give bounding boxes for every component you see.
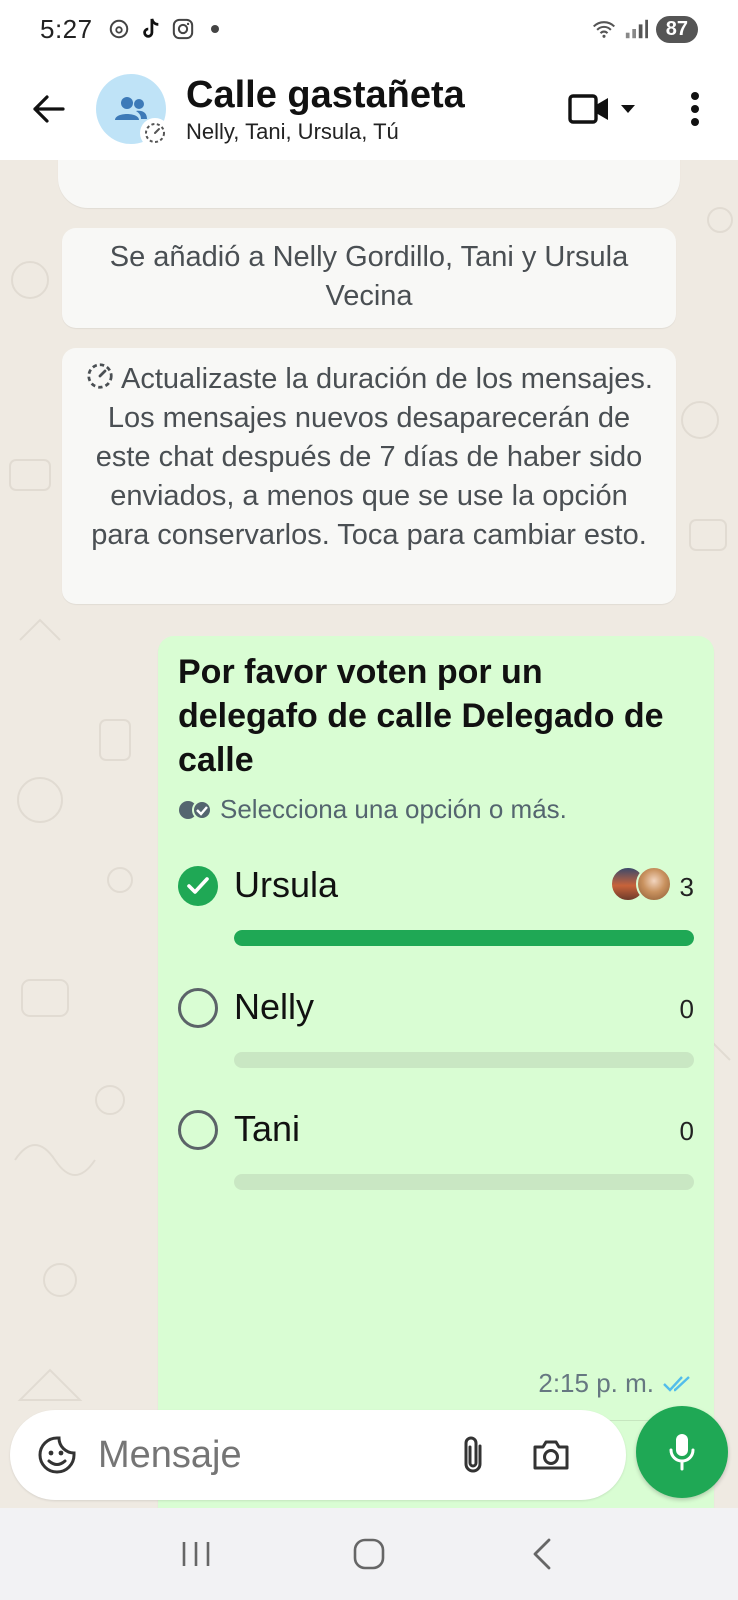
checkmark-circle-icon[interactable] <box>178 866 218 906</box>
chat-info[interactable]: Calle gastañeta Nelly, Tani, Ursula, Tú <box>186 73 465 145</box>
caret-down-icon <box>621 105 635 113</box>
back-button[interactable] <box>18 79 78 139</box>
tiktok-icon <box>139 17 163 41</box>
disappearing-timer-icon <box>140 118 170 148</box>
previous-system-message <box>58 160 680 208</box>
poll-option[interactable]: Ursula 3 <box>178 860 694 970</box>
camera-icon <box>533 1440 569 1470</box>
chevron-left-icon <box>533 1538 551 1570</box>
system-message-added: Se añadió a Nelly Gordillo, Tani y Ursul… <box>62 228 676 328</box>
poll-question: Por favor voten por un delegafo de calle… <box>178 653 664 779</box>
poll-option-label: Tani <box>234 1108 301 1149</box>
recents-icon <box>183 1542 210 1566</box>
poll-option[interactable]: Nelly 0 <box>178 982 694 1092</box>
chat-messages[interactable]: Se añadió a Nelly Gordillo, Tani y Ursul… <box>0 160 738 1508</box>
microphone-icon <box>669 1434 695 1471</box>
arrow-left-icon <box>33 95 65 123</box>
poll-message: Por favor voten por un delegafo de calle… <box>158 636 714 1508</box>
poll-hint: Selecciona una opción o más. <box>178 794 567 825</box>
status-system-icons: 87 <box>592 15 698 43</box>
more-options-button[interactable] <box>680 84 710 134</box>
message-timestamp: 2:15 p. m. <box>538 1368 694 1399</box>
status-bar: 5:27 87 <box>0 0 738 58</box>
voter-avatars <box>610 866 672 902</box>
poll-option-progress-fill <box>234 930 694 946</box>
recent-apps-button[interactable] <box>166 1524 226 1584</box>
camera-button[interactable] <box>526 1430 576 1480</box>
more-vert-icon <box>691 92 699 126</box>
message-time: 2:15 p. m. <box>538 1368 654 1398</box>
status-notification-icons <box>107 17 227 41</box>
system-message-timer[interactable]: Actualizaste la duración de los mensajes… <box>62 348 676 604</box>
dot-icon <box>203 17 227 41</box>
attach-button[interactable] <box>448 1430 498 1480</box>
radio-circle-icon[interactable] <box>178 1110 218 1150</box>
system-navigation-bar <box>0 1508 738 1600</box>
chat-participants: Nelly, Tani, Ursula, Tú <box>186 119 399 144</box>
chat-header: Calle gastañeta Nelly, Tani, Ursula, Tú <box>0 58 738 160</box>
voice-message-button[interactable] <box>636 1406 728 1498</box>
poll-option-count: 3 <box>679 872 694 902</box>
group-avatar[interactable] <box>96 74 170 148</box>
poll-option-progress <box>234 930 694 946</box>
system-message-timer-text: Actualizaste la duración de los mensajes… <box>91 363 653 551</box>
poll-option-label: Nelly <box>234 986 315 1027</box>
paperclip-icon <box>464 1436 482 1473</box>
multi-check-icon <box>179 799 212 820</box>
video-camera-icon <box>568 94 608 124</box>
group-icon <box>115 97 147 120</box>
back-nav-button[interactable] <box>512 1524 572 1584</box>
sticker-icon <box>38 1436 76 1474</box>
battery-indicator: 87 <box>655 15 698 43</box>
header-actions <box>568 84 710 134</box>
disappearing-timer-icon <box>87 363 113 389</box>
poll-option-label: Ursula <box>234 864 339 905</box>
home-icon <box>353 1538 385 1570</box>
double-check-icon <box>663 1375 690 1392</box>
threads-icon <box>107 17 131 41</box>
poll-option-count: 0 <box>679 994 694 1024</box>
sticker-button[interactable] <box>32 1430 82 1480</box>
avatar <box>636 866 672 902</box>
poll-hint-text: Selecciona una opción o más. <box>220 794 567 824</box>
radio-circle-icon[interactable] <box>178 988 218 1028</box>
video-call-button[interactable] <box>568 93 636 125</box>
poll-option-count: 0 <box>679 1116 694 1146</box>
poll-option[interactable]: Tani 0 <box>178 1104 694 1214</box>
signal-icon <box>624 17 648 41</box>
wifi-icon <box>592 17 616 41</box>
home-button[interactable] <box>339 1524 399 1584</box>
poll-option-progress <box>234 1174 694 1190</box>
message-input[interactable] <box>98 1433 438 1477</box>
message-composer <box>10 1410 626 1500</box>
system-message-added-text: Se añadió a Nelly Gordillo, Tani y Ursul… <box>109 241 629 312</box>
instagram-icon <box>171 17 195 41</box>
chat-title: Calle gastañeta <box>186 74 465 116</box>
poll-option-progress <box>234 1052 694 1068</box>
status-time: 5:27 <box>40 13 93 44</box>
